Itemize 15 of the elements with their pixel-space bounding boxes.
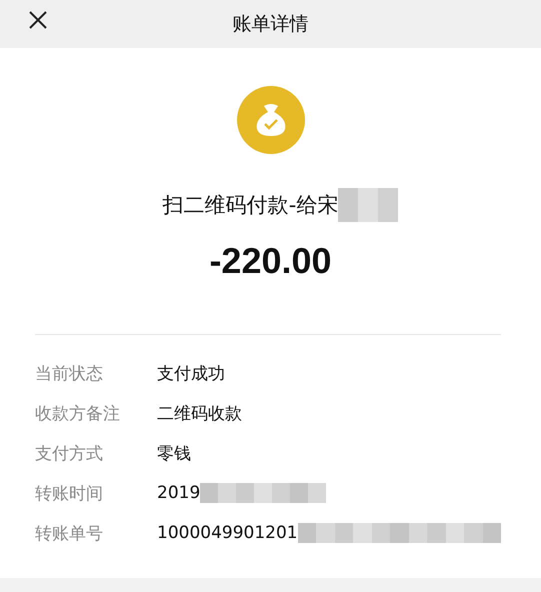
detail-label: 当前状态: [35, 362, 104, 384]
page-title: 账单详情: [232, 12, 308, 37]
detail-label: 支付方式: [35, 442, 104, 464]
detail-label: 转账时间: [35, 482, 104, 504]
detail-value: 2019: [157, 483, 200, 503]
amount: -220.00: [209, 240, 332, 282]
money-bag-icon: [236, 86, 304, 154]
detail-value: 支付成功: [157, 362, 225, 384]
detail-label: 收款方备注: [35, 402, 121, 424]
detail-value: 零钱: [157, 442, 191, 464]
close-icon[interactable]: [28, 10, 48, 30]
detail-value: 二维码收款: [157, 402, 242, 424]
detail-label: 转账单号: [35, 522, 104, 544]
payment-title: 扫二维码付款-给宋: [162, 192, 338, 219]
detail-value: 1000049901201: [157, 523, 298, 543]
